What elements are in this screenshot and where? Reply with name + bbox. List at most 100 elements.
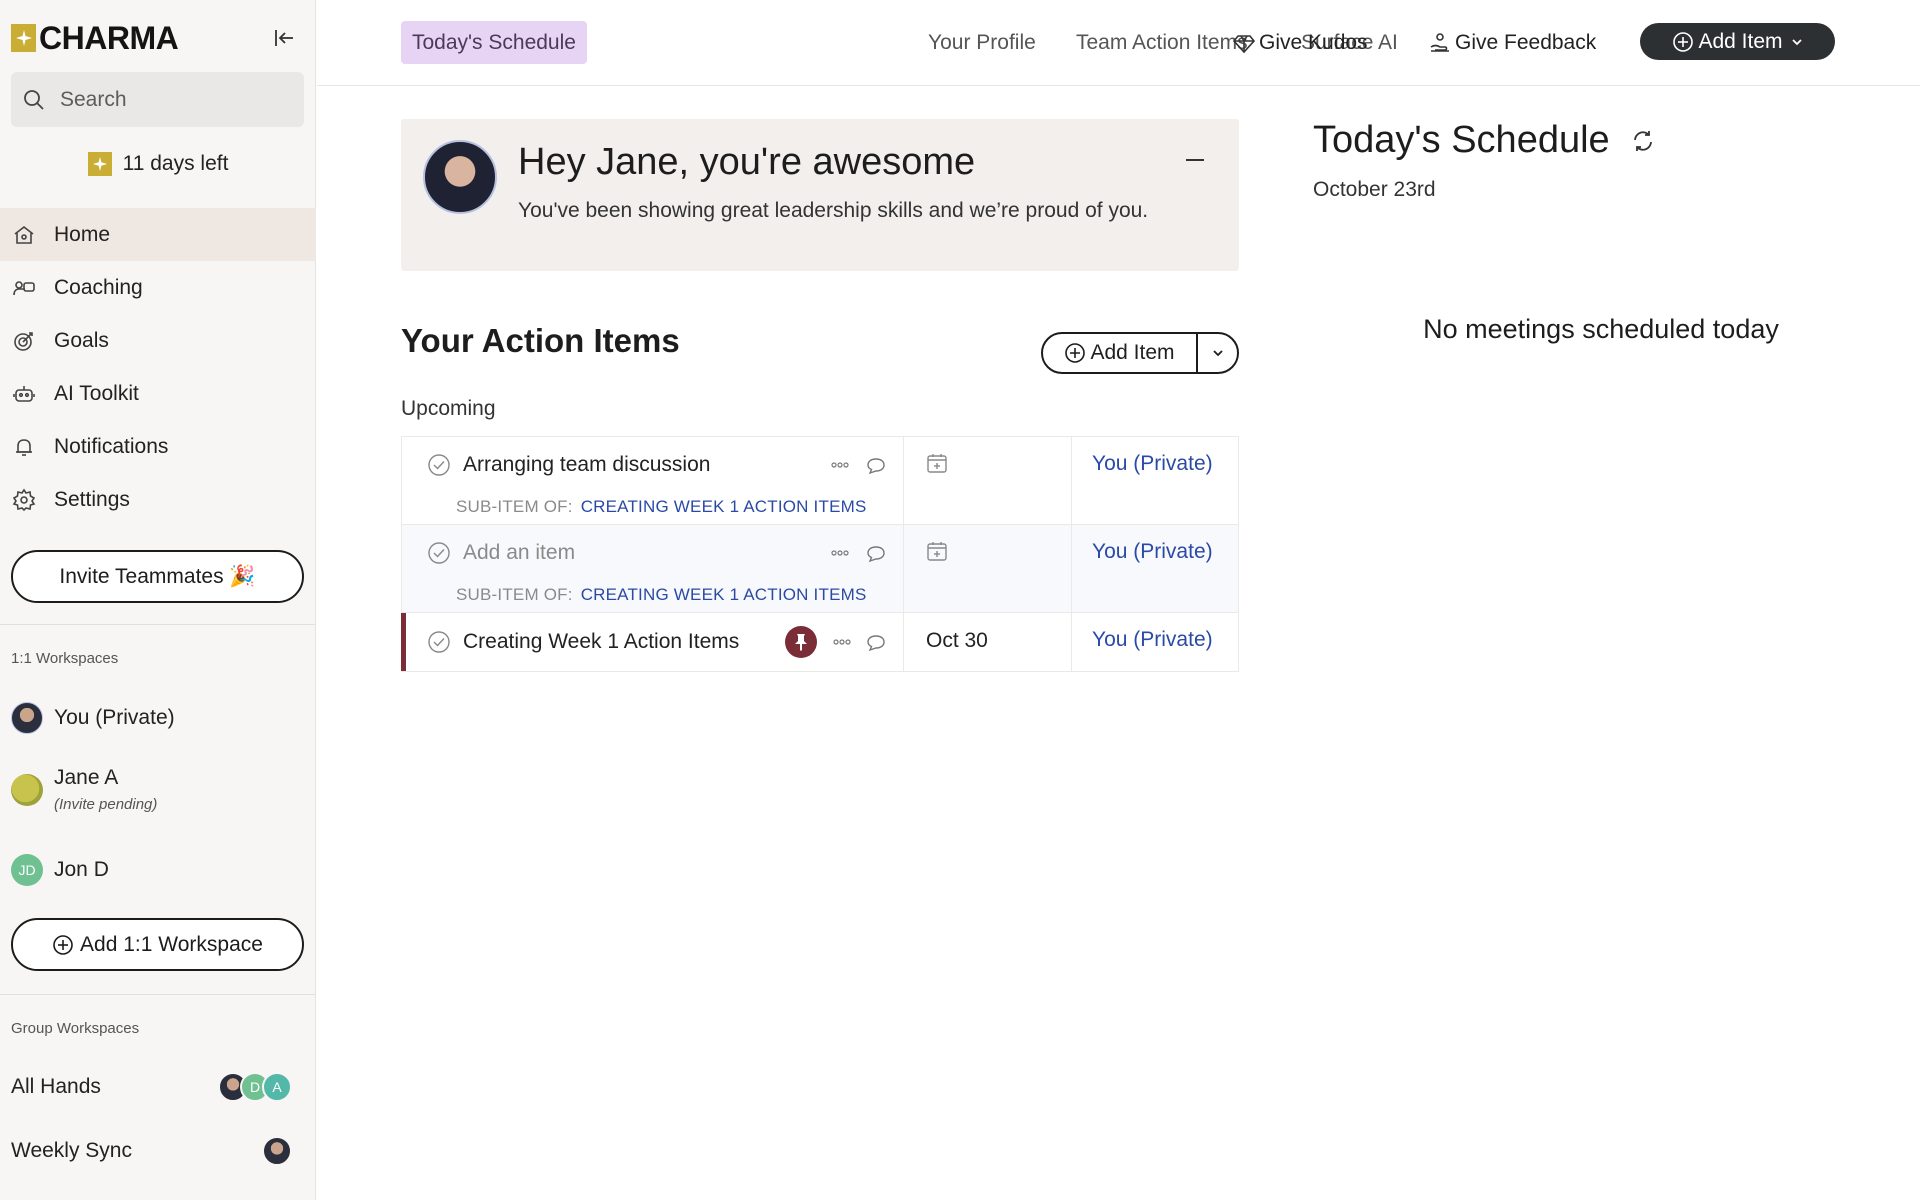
- parent-item-link[interactable]: CREATING WEEK 1 ACTION ITEMS: [581, 497, 867, 516]
- owner-link[interactable]: You (Private): [1092, 540, 1213, 564]
- sidebar-item-goals[interactable]: Goals: [0, 314, 316, 367]
- invite-pending-text: (Invite pending): [54, 796, 158, 813]
- tab-your-profile[interactable]: Your Profile: [917, 21, 1047, 64]
- sidebar-item-settings[interactable]: Settings: [0, 473, 316, 526]
- item-cell: Arranging team discussion SUB-ITEM OF: CR…: [402, 437, 904, 524]
- sub-item-of: SUB-ITEM OF: CREATING WEEK 1 ACTION ITEMS: [456, 585, 867, 605]
- sidebar-item-notifications[interactable]: Notifications: [0, 420, 316, 473]
- item-title[interactable]: Creating Week 1 Action Items: [463, 630, 739, 654]
- workspace-item-jon[interactable]: JD Jon D: [11, 854, 109, 886]
- add-action-item-label: Add Item: [1090, 341, 1175, 364]
- sidebar-item-home[interactable]: Home: [0, 208, 316, 261]
- parent-item-link[interactable]: CREATING WEEK 1 ACTION ITEMS: [581, 585, 867, 604]
- workspace-item-jane[interactable]: Jane A (Invite pending): [11, 766, 157, 813]
- sidebar-divider: [0, 994, 316, 995]
- due-date-cell[interactable]: [904, 525, 1072, 612]
- more-options-icon[interactable]: [832, 637, 852, 647]
- action-items-title: Your Action Items: [401, 322, 680, 359]
- avatar: [423, 140, 497, 214]
- give-feedback-button[interactable]: Give Feedback: [1429, 21, 1596, 64]
- pin-icon[interactable]: [785, 626, 817, 658]
- due-date-cell[interactable]: [904, 437, 1072, 524]
- checkmark-circle-icon[interactable]: [428, 542, 450, 564]
- comment-icon[interactable]: [866, 457, 886, 475]
- group-name: Weekly Sync: [11, 1139, 132, 1162]
- tab-todays-schedule[interactable]: Today's Schedule: [401, 21, 587, 64]
- search-box[interactable]: [11, 72, 304, 127]
- sidebar-item-coaching[interactable]: Coaching: [0, 261, 316, 314]
- plus-circle-icon: [52, 934, 74, 956]
- plus-circle-icon: [1672, 31, 1694, 53]
- owner-link[interactable]: You (Private): [1092, 628, 1213, 652]
- give-kudos-button[interactable]: Give Kudos: [1233, 21, 1368, 64]
- table-row[interactable]: Creating Week 1 Action Items Oct 30 You …: [401, 613, 1238, 671]
- give-kudos-label: Give Kudos: [1259, 30, 1368, 54]
- empty-schedule-message: No meetings scheduled today: [1423, 314, 1779, 344]
- comment-icon[interactable]: [866, 545, 886, 563]
- item-title[interactable]: Arranging team discussion: [463, 453, 710, 477]
- sidebar-item-label: Settings: [54, 487, 130, 511]
- sidebar-item-label: Home: [54, 222, 111, 246]
- comment-icon[interactable]: [866, 634, 886, 652]
- owner-cell: You (Private): [1072, 613, 1238, 671]
- avatar: [11, 773, 43, 806]
- table-row[interactable]: Arranging team discussion SUB-ITEM OF: CR…: [402, 437, 1238, 525]
- owner-link[interactable]: You (Private): [1092, 452, 1213, 476]
- table-row[interactable]: Add an item SUB-ITEM OF: CREATING WEEK 1 …: [402, 525, 1238, 613]
- charma-logo[interactable]: CHARMA: [11, 20, 179, 56]
- due-date-cell[interactable]: Oct 30: [904, 613, 1072, 671]
- target-icon: [12, 329, 36, 353]
- avatar: [11, 702, 43, 734]
- owner-cell: You (Private): [1072, 525, 1238, 612]
- more-options-icon[interactable]: [830, 548, 850, 558]
- due-date: Oct 30: [926, 629, 988, 652]
- trial-indicator[interactable]: 11 days left: [0, 152, 316, 176]
- group-item-weekly-sync[interactable]: Weekly Sync: [11, 1136, 304, 1166]
- add-item-label: Add Item: [1698, 29, 1783, 53]
- schedule-title: Today's Schedule: [1313, 119, 1610, 161]
- calendar-add-icon[interactable]: [926, 452, 948, 474]
- group-section-label: Group Workspaces: [11, 1020, 140, 1037]
- more-options-icon[interactable]: [830, 460, 850, 470]
- group-name: All Hands: [11, 1075, 101, 1098]
- workspace-name: You (Private): [54, 706, 175, 729]
- trial-text: 11 days left: [122, 152, 229, 175]
- calendar-add-icon[interactable]: [926, 540, 948, 562]
- item-cell: Add an item SUB-ITEM OF: CREATING WEEK 1 …: [402, 525, 904, 612]
- avatar-stack: [262, 1136, 292, 1166]
- search-input[interactable]: [60, 87, 280, 112]
- add-action-item-split-button: Add Item: [1041, 332, 1239, 374]
- avatar: JD: [11, 854, 43, 886]
- item-cell: Creating Week 1 Action Items: [402, 613, 904, 671]
- group-item-all-hands[interactable]: All Hands D A: [11, 1072, 304, 1102]
- action-items-table: Arranging team discussion SUB-ITEM OF: CR…: [401, 436, 1239, 672]
- kudos-banner: Hey Jane, you're awesome You've been sho…: [401, 119, 1239, 271]
- refresh-icon[interactable]: [1630, 128, 1656, 154]
- workspace-name: Jane A: [54, 766, 119, 789]
- checkmark-circle-icon[interactable]: [428, 631, 450, 653]
- add-item-dropdown-button[interactable]: Add Item: [1640, 23, 1835, 60]
- checkmark-circle-icon[interactable]: [428, 454, 450, 476]
- search-icon: [22, 88, 46, 112]
- logo-text: CHARMA: [39, 20, 179, 56]
- add-action-item-menu-button[interactable]: [1198, 334, 1237, 372]
- minimize-icon[interactable]: [1186, 159, 1204, 161]
- add-action-item-button[interactable]: Add Item: [1043, 334, 1198, 372]
- plus-circle-icon: [1064, 342, 1086, 364]
- workspace-item-you[interactable]: You (Private): [11, 702, 175, 734]
- sidebar-item-label: AI Toolkit: [54, 381, 139, 405]
- add-item-input[interactable]: Add an item: [463, 541, 575, 565]
- diamond-icon: [1233, 32, 1255, 54]
- give-feedback-label: Give Feedback: [1455, 30, 1597, 54]
- collapse-sidebar-icon[interactable]: [272, 26, 296, 50]
- add-workspace-button[interactable]: Add 1:1 Workspace: [11, 918, 304, 971]
- sub-item-label: SUB-ITEM OF:: [456, 585, 573, 604]
- sidebar-item-label: Goals: [54, 328, 109, 352]
- sidebar-item-ai-toolkit[interactable]: AI Toolkit: [0, 367, 316, 420]
- invite-teammates-button[interactable]: Invite Teammates 🎉: [11, 550, 304, 603]
- tab-team-action-items[interactable]: Team Action Items: [1065, 21, 1259, 64]
- add-workspace-label: Add 1:1 Workspace: [80, 932, 263, 956]
- sidebar-item-label: Coaching: [54, 275, 143, 299]
- home-icon: [12, 223, 36, 247]
- banner-title: Hey Jane, you're awesome: [518, 141, 976, 183]
